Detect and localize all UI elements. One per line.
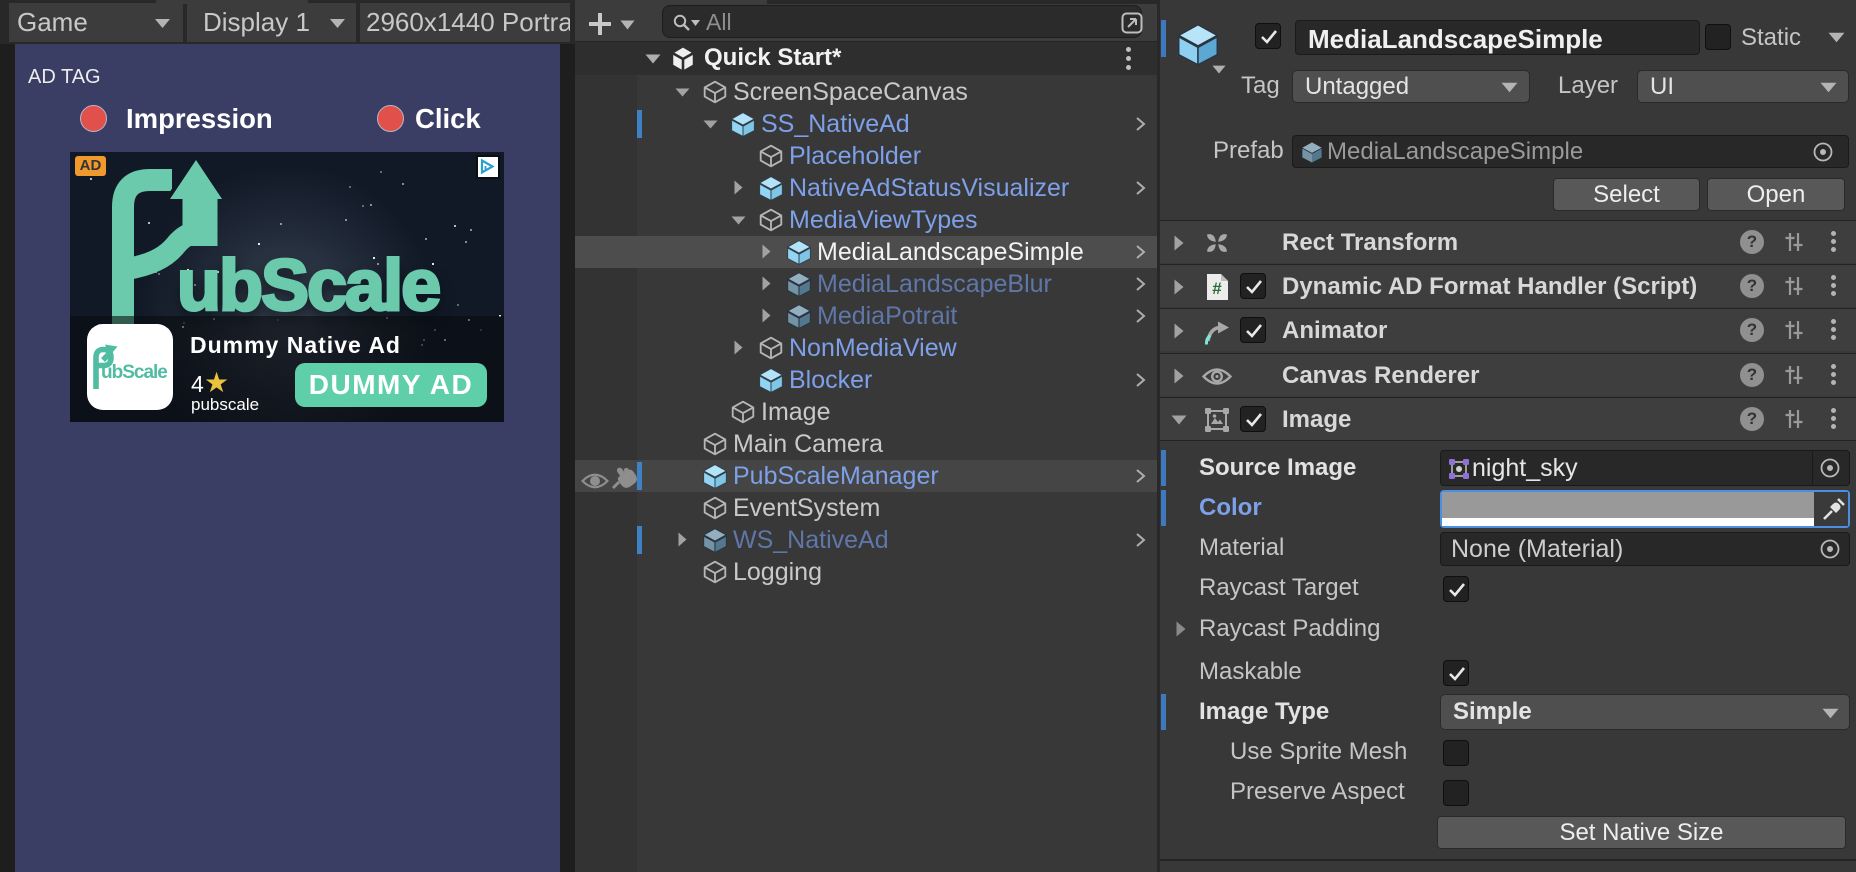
svg-text:#: #: [1212, 279, 1222, 298]
